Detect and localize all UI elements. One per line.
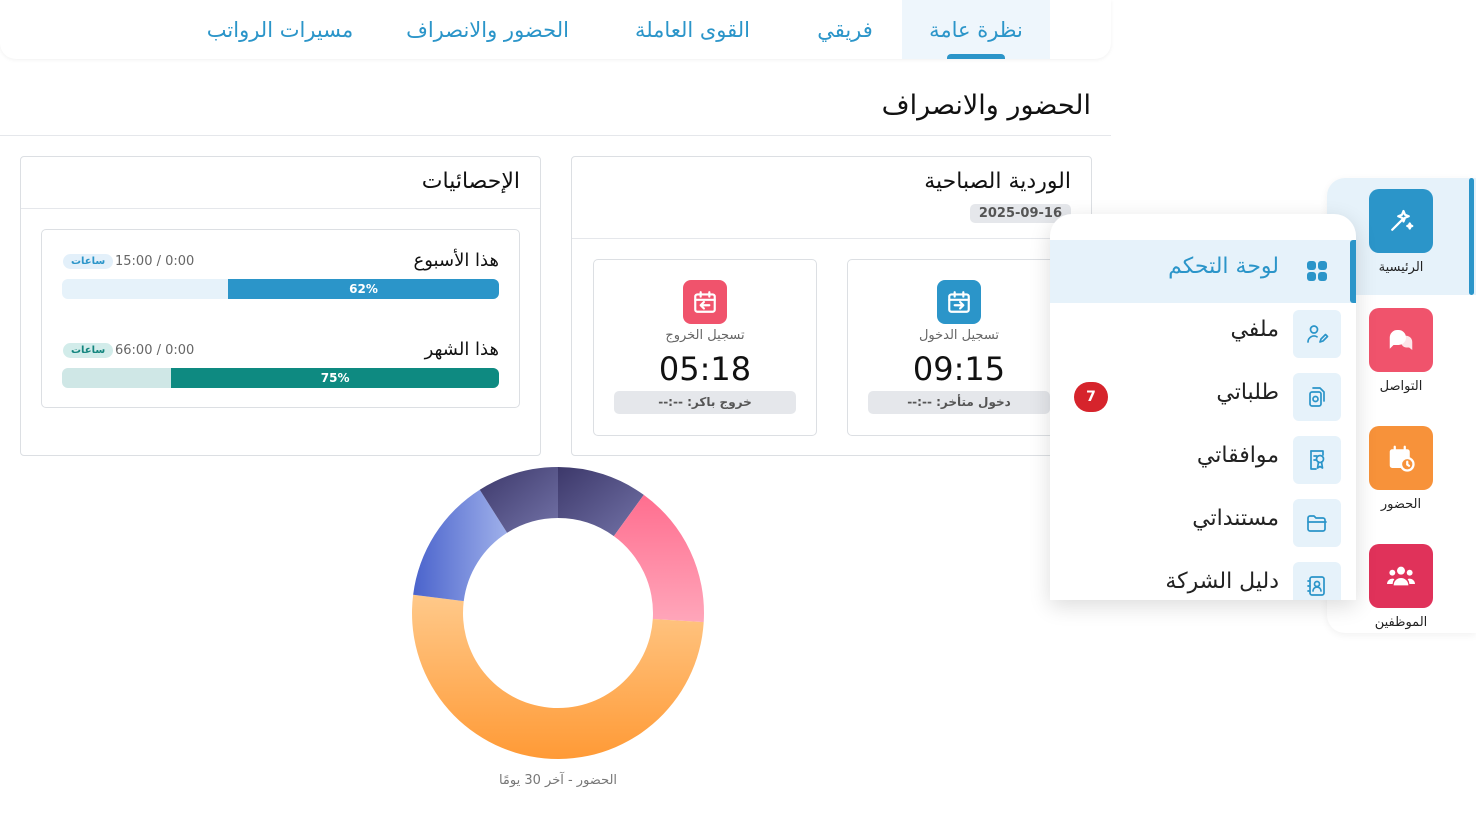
menu-label: دليل الشركة [1165, 569, 1279, 594]
stats-panel: هذا الأسبوع 15:00 / 0:00 ساعات 62% هذا ا… [41, 229, 520, 408]
rail-label: الرئيسية [1378, 260, 1424, 275]
people-group-icon [1369, 544, 1433, 608]
menu-item-company-directory[interactable]: دليل الشركة [1050, 555, 1356, 600]
document-badge-icon [1293, 373, 1341, 421]
tab-my-team[interactable]: فريقي [790, 0, 900, 59]
rail-label: التواصل [1379, 379, 1423, 394]
top-tabs: نظرة عامة فريقي القوى العاملة الحضور وال… [0, 0, 1111, 59]
card-divider [572, 238, 1091, 239]
check-in-time: 09:15 [912, 350, 1006, 388]
month-progress-bar: 75% [62, 368, 499, 388]
week-unit-badge: ساعات [63, 254, 114, 269]
stats-title: الإحصائيات [421, 169, 520, 194]
folder-icon [1293, 499, 1341, 547]
tab-label: الحضور والانصراف [406, 17, 569, 42]
tab-payroll[interactable]: مسيرات الرواتب [190, 0, 370, 59]
menu-label: طلباتي [1216, 380, 1279, 405]
month-stat-label: هذا الشهر [424, 339, 499, 360]
rail-item-attendance[interactable]: الحضور [1364, 426, 1438, 512]
contact-book-icon [1293, 562, 1341, 600]
rail-label: الموظفين [1374, 615, 1428, 630]
user-edit-icon [1293, 310, 1341, 358]
menu-label: موافقاتي [1196, 443, 1279, 468]
tab-label: فريقي [817, 17, 873, 42]
week-progress-bar: 62% [62, 279, 499, 299]
requests-count-badge: 7 [1074, 382, 1108, 412]
tab-label: القوى العاملة [634, 17, 751, 42]
attendance-donut [408, 463, 708, 763]
menu-label: مستنداتي [1192, 506, 1279, 531]
rail-item-home[interactable]: الرئيسية [1364, 189, 1438, 275]
rail-item-communication[interactable]: التواصل [1364, 308, 1438, 394]
tab-label: مسيرات الرواتب [206, 17, 354, 42]
menu-label: لوحة التحكم [1168, 254, 1279, 279]
sparkle-arrow-icon [1369, 189, 1433, 253]
check-in-panel[interactable]: تسجيل الدخول 09:15 دخول متأخر: --:-- [847, 259, 1071, 436]
month-progress-fill: 75% [171, 368, 499, 388]
menu-label: ملفي [1230, 317, 1279, 342]
card-divider [21, 208, 540, 209]
donut-svg [412, 467, 704, 760]
week-progress-fill: 62% [228, 279, 499, 299]
menu-item-dashboard[interactable]: لوحة التحكم [1050, 240, 1356, 303]
menu-item-my-approvals[interactable]: موافقاتي [1050, 429, 1356, 492]
page-title: الحضور والانصراف [881, 90, 1091, 121]
week-hours: 15:00 / 0:00 [115, 254, 195, 269]
month-unit-badge: ساعات [63, 343, 114, 358]
stats-card: الإحصائيات هذا الأسبوع 15:00 / 0:00 ساعا… [20, 156, 541, 456]
calendar-arrow-in-icon [937, 280, 981, 324]
late-arrival-status: دخول متأخر: --:-- [868, 391, 1050, 414]
tab-overview[interactable]: نظرة عامة [902, 0, 1050, 59]
side-menu-panel: لوحة التحكم ملفي طلباتي موافقاتي مستندات… [1050, 214, 1356, 600]
donut-caption: الحضور - آخر 30 يومًا [498, 773, 618, 788]
shift-card: الوردية الصباحية 2025-09-16 تسجيل الدخول… [571, 156, 1092, 456]
check-out-panel[interactable]: تسجيل الخروج 05:18 خروج باكر: --:-- [593, 259, 817, 436]
rail-label: الحضور [1380, 497, 1422, 512]
menu-item-my-profile[interactable]: ملفي [1050, 303, 1356, 366]
check-in-label: تسجيل الدخول [918, 328, 1000, 343]
rail-item-employees[interactable]: الموظفين [1364, 544, 1438, 630]
menu-item-my-documents[interactable]: مستنداتي [1050, 492, 1356, 555]
active-tab-indicator [947, 54, 1005, 59]
menu-active-indicator [1350, 240, 1356, 303]
check-out-time: 05:18 [658, 350, 752, 388]
week-stat-label: هذا الأسبوع [413, 250, 499, 271]
shift-title: الوردية الصباحية [924, 169, 1071, 194]
check-out-label: تسجيل الخروج [665, 328, 745, 343]
tab-label: نظرة عامة [929, 17, 1023, 42]
chat-bubbles-icon [1369, 308, 1433, 372]
grid-icon [1293, 247, 1341, 295]
title-divider [0, 135, 1111, 136]
early-leave-status: خروج باكر: --:-- [614, 391, 796, 414]
tab-workforce[interactable]: القوى العاملة [600, 0, 785, 59]
calendar-arrow-out-icon [683, 280, 727, 324]
rail-active-indicator [1469, 178, 1474, 295]
approval-icon [1293, 436, 1341, 484]
calendar-clock-icon [1369, 426, 1433, 490]
tab-attendance[interactable]: الحضور والانصراف [385, 0, 590, 59]
month-hours: 66:00 / 0:00 [115, 343, 195, 358]
